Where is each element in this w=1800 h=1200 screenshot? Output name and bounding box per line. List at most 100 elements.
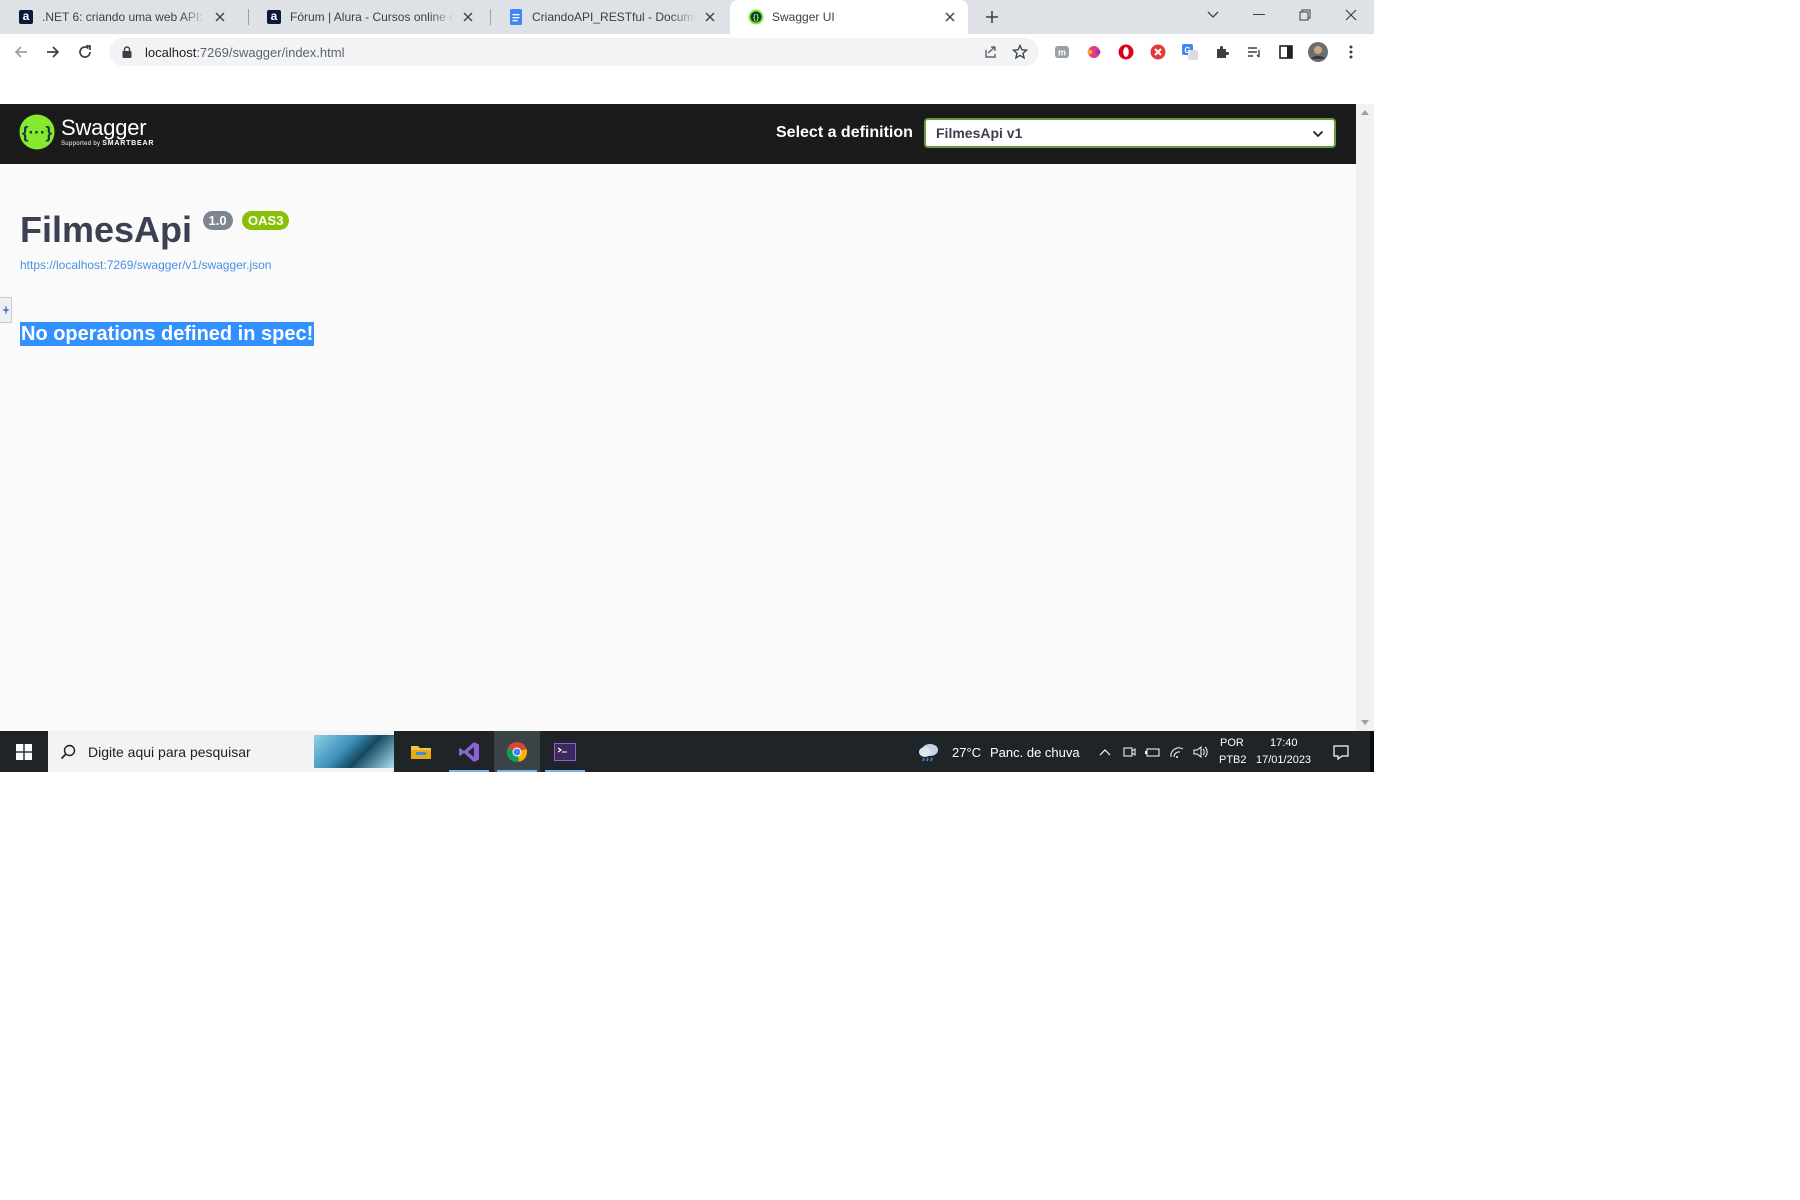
svg-text:{}: {} bbox=[753, 13, 759, 22]
definition-select[interactable]: FilmesApi v1 bbox=[924, 118, 1336, 148]
tab-search-button[interactable] bbox=[1190, 0, 1236, 30]
close-tab-icon[interactable] bbox=[702, 9, 718, 25]
taskbar-search-box[interactable]: Digite aqui para pesquisar bbox=[48, 731, 394, 772]
tab-strip: a .NET 6: criando uma web API: Au a Fóru… bbox=[0, 0, 1374, 34]
google-docs-icon bbox=[508, 9, 524, 25]
forward-button[interactable] bbox=[41, 40, 65, 64]
weather-icon[interactable] bbox=[915, 731, 943, 772]
swagger-icon: {} bbox=[748, 9, 764, 25]
tab-title: Swagger UI bbox=[772, 10, 835, 24]
terminal-button[interactable] bbox=[542, 731, 588, 772]
minimize-button[interactable] bbox=[1236, 0, 1282, 30]
api-info: FilmesApi 1.0 OAS3 bbox=[20, 209, 290, 251]
spec-url-link[interactable]: https://localhost:7269/swagger/v1/swagge… bbox=[20, 258, 271, 272]
windows-logo-icon bbox=[16, 743, 32, 760]
battery-icon[interactable] bbox=[1144, 731, 1162, 772]
search-placeholder: Digite aqui para pesquisar bbox=[88, 743, 251, 760]
url-text: localhost:7269/swagger/index.html bbox=[145, 45, 344, 60]
swagger-logo[interactable]: {···} Swagger Supported by SMARTBEAR bbox=[19, 114, 154, 150]
chrome-icon bbox=[506, 741, 527, 762]
select-definition-label: Select a definition bbox=[776, 124, 913, 141]
chevron-down-icon bbox=[1312, 125, 1324, 141]
close-tab-icon[interactable] bbox=[212, 9, 228, 25]
running-indicator bbox=[545, 770, 585, 772]
visual-studio-button[interactable] bbox=[446, 731, 492, 772]
tab-title: Fórum | Alura - Cursos online de bbox=[290, 10, 454, 24]
alura-icon: a bbox=[266, 9, 282, 25]
search-highlight-image bbox=[314, 735, 394, 768]
address-bar[interactable]: localhost:7269/swagger/index.html bbox=[109, 38, 1039, 66]
svg-text:m: m bbox=[1058, 48, 1066, 58]
terminal-icon bbox=[554, 742, 576, 761]
language-code[interactable]: POR bbox=[1220, 737, 1244, 749]
tab-docs[interactable]: CriandoAPI_RESTful - Documento bbox=[490, 0, 728, 34]
close-window-button[interactable] bbox=[1328, 0, 1374, 30]
browser-toolbar: localhost:7269/swagger/index.html m G bbox=[0, 34, 1374, 70]
keyboard-layout[interactable]: PTB2 bbox=[1219, 754, 1247, 766]
swagger-topbar: {···} Swagger Supported by SMARTBEAR Sel… bbox=[0, 104, 1356, 164]
show-desktop-button[interactable] bbox=[1370, 731, 1374, 772]
file-explorer-button[interactable] bbox=[398, 731, 444, 772]
page-scrollbar[interactable] bbox=[1356, 104, 1374, 731]
screen: a .NET 6: criando uma web API: Au a Fóru… bbox=[0, 0, 1374, 772]
weather-temp[interactable]: 27°C bbox=[952, 745, 981, 760]
clock-date[interactable]: 17/01/2023 bbox=[1256, 754, 1311, 766]
definition-value: FilmesApi v1 bbox=[936, 125, 1023, 141]
clock-time[interactable]: 17:40 bbox=[1270, 737, 1298, 749]
back-button[interactable] bbox=[9, 40, 33, 64]
close-tab-icon[interactable] bbox=[460, 9, 476, 25]
tab-swagger[interactable]: {} Swagger UI bbox=[730, 0, 968, 34]
chrome-menu-icon[interactable] bbox=[1341, 42, 1361, 62]
volume-icon[interactable] bbox=[1192, 731, 1210, 772]
oas-badge: OAS3 bbox=[242, 211, 290, 230]
weather-desc[interactable]: Panc. de chuva bbox=[990, 745, 1080, 760]
tab-forum[interactable]: a Fórum | Alura - Cursos online de bbox=[248, 0, 486, 34]
meet-now-icon[interactable] bbox=[1120, 731, 1138, 772]
profile-avatar[interactable] bbox=[1308, 42, 1328, 62]
bookmark-star-icon[interactable] bbox=[1010, 42, 1030, 62]
side-extension-handle[interactable] bbox=[0, 297, 12, 323]
pink-extension-icon[interactable] bbox=[1084, 42, 1104, 62]
folder-icon bbox=[411, 745, 431, 759]
restore-button[interactable] bbox=[1282, 0, 1328, 30]
visual-studio-icon bbox=[459, 741, 479, 762]
bookmarks-bar bbox=[0, 70, 1374, 105]
show-hidden-icons-chevron-icon[interactable] bbox=[1096, 731, 1114, 772]
svg-text:{···}: {···} bbox=[22, 123, 53, 142]
tab-title: CriandoAPI_RESTful - Documento bbox=[532, 10, 696, 24]
swagger-brand: Swagger Supported by SMARTBEAR bbox=[61, 115, 154, 148]
version-badge: 1.0 bbox=[202, 211, 233, 230]
windows-taskbar: Digite aqui para pesquisar 27°C Panc. de… bbox=[0, 731, 1374, 772]
brand-sub-company: SMARTBEAR bbox=[102, 140, 155, 147]
start-button[interactable] bbox=[0, 731, 48, 772]
chrome-button[interactable] bbox=[494, 731, 540, 772]
svg-text:G: G bbox=[1184, 46, 1190, 55]
notifications-icon[interactable] bbox=[1326, 731, 1356, 772]
wifi-icon[interactable] bbox=[1168, 731, 1186, 772]
share-icon[interactable] bbox=[981, 42, 1001, 62]
api-title: FilmesApi bbox=[20, 209, 193, 250]
new-tab-button[interactable] bbox=[980, 5, 1004, 29]
close-tab-icon[interactable] bbox=[942, 9, 958, 25]
url-path: :7269/swagger/index.html bbox=[196, 44, 345, 60]
brand-name: Swagger bbox=[61, 115, 147, 140]
reading-list-icon[interactable] bbox=[1244, 42, 1264, 62]
block-extension-icon[interactable] bbox=[1148, 42, 1168, 62]
brand-supported-by: Supported by SMARTBEAR bbox=[61, 140, 154, 147]
search-icon bbox=[60, 744, 76, 760]
side-panel-icon[interactable] bbox=[1276, 42, 1296, 62]
reload-button[interactable] bbox=[73, 40, 97, 64]
tab-title: .NET 6: criando uma web API: Au bbox=[42, 10, 206, 24]
scroll-down-arrow[interactable] bbox=[1361, 720, 1369, 725]
lock-icon[interactable] bbox=[119, 46, 135, 58]
running-indicator bbox=[497, 770, 537, 772]
tab-net6[interactable]: a .NET 6: criando uma web API: Au bbox=[0, 0, 238, 34]
running-indicator bbox=[449, 770, 489, 772]
scroll-up-arrow[interactable] bbox=[1361, 110, 1369, 115]
page-viewport: {···} Swagger Supported by SMARTBEAR Sel… bbox=[0, 104, 1374, 731]
mastodon-extension-icon[interactable]: m bbox=[1052, 42, 1072, 62]
extensions-puzzle-icon[interactable] bbox=[1212, 42, 1232, 62]
brand-sub-prefix: Supported by bbox=[61, 141, 101, 147]
opera-extension-icon[interactable] bbox=[1116, 42, 1136, 62]
translate-extension-icon[interactable]: G bbox=[1180, 42, 1200, 62]
